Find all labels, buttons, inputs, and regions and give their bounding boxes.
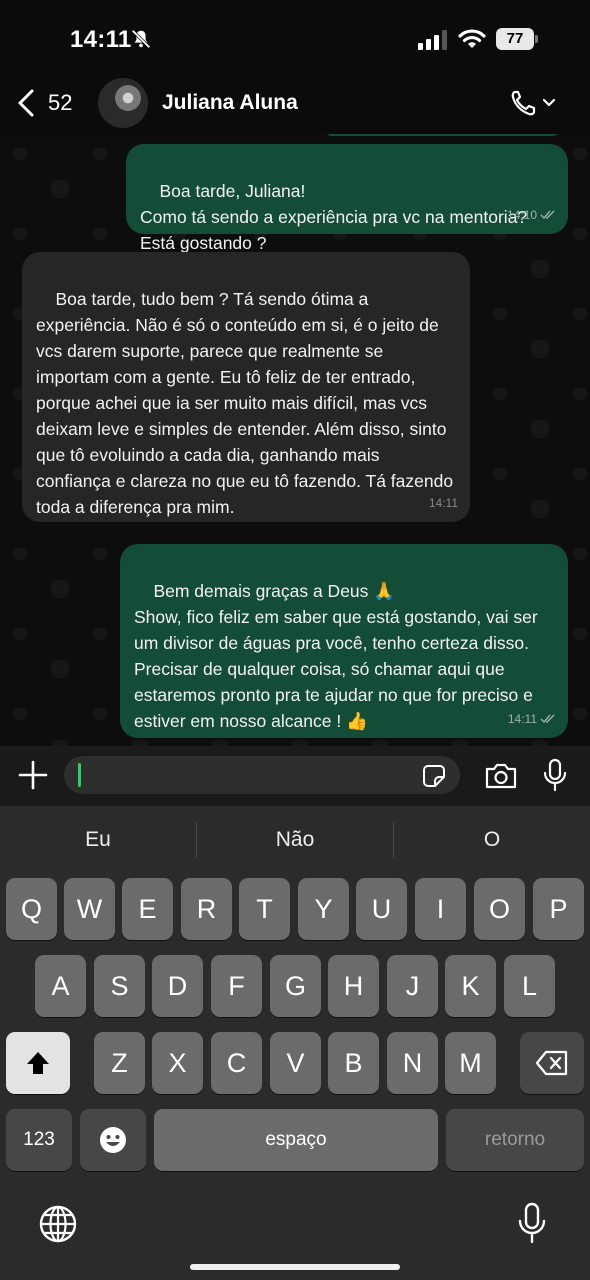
text-cursor [78, 763, 81, 787]
key-h[interactable]: H [328, 955, 379, 1017]
key-r[interactable]: R [181, 878, 232, 940]
double-check-icon [540, 714, 555, 724]
battery-tip [535, 35, 538, 43]
message-outgoing[interactable]: Bem demais graças a Deus 🙏 Show, fico fe… [120, 544, 568, 738]
return-key[interactable]: retorno [446, 1109, 584, 1171]
backspace-key[interactable] [520, 1032, 584, 1094]
composer-bar [0, 746, 590, 806]
clock: 14:11 [70, 26, 132, 53]
message-meta: 14:10 [507, 202, 556, 228]
chat-header: 52 Juliana Aluna [0, 72, 590, 134]
suggestion-1[interactable]: Eu [0, 828, 196, 852]
key-g[interactable]: G [270, 955, 321, 1017]
keyboard: Eu Não O Q W E R T Y U I O P A S D F G H… [0, 806, 590, 1280]
backspace-icon [535, 1050, 568, 1076]
key-o[interactable]: O [474, 878, 525, 940]
key-n[interactable]: N [387, 1032, 438, 1094]
shift-arrow-icon [27, 1052, 49, 1074]
shift-key[interactable] [6, 1032, 70, 1094]
globe-icon[interactable] [38, 1204, 78, 1244]
message-time: 14:10 [506, 208, 537, 222]
message-time: 14:11 [428, 496, 458, 510]
cellular-signal-icon [418, 30, 447, 50]
message-text: Bem demais graças a Deus 🙏 Show, fico fe… [134, 581, 538, 731]
key-y[interactable]: Y [298, 878, 349, 940]
message-input[interactable] [64, 756, 460, 794]
emoji-key[interactable] [80, 1109, 146, 1171]
phone-call-icon[interactable] [510, 88, 556, 118]
key-p[interactable]: P [533, 878, 584, 940]
key-x[interactable]: X [152, 1032, 203, 1094]
plus-icon[interactable] [18, 760, 48, 790]
dictation-mic-icon[interactable] [516, 1202, 548, 1244]
camera-icon[interactable] [484, 762, 518, 790]
double-check-icon [540, 210, 555, 220]
previous-message-edge [324, 134, 560, 136]
message-list[interactable]: Boa tarde, Juliana! Como tá sendo a expe… [0, 134, 590, 746]
message-text: Boa tarde, tudo bem ? Tá sendo ótima a e… [36, 289, 458, 517]
space-key[interactable]: espaço [154, 1109, 438, 1171]
suggestion-bar: Eu Não O [0, 806, 590, 874]
suggestion-3[interactable]: O [394, 828, 590, 852]
key-d[interactable]: D [152, 955, 203, 1017]
key-q[interactable]: Q [6, 878, 57, 940]
home-indicator[interactable] [190, 1264, 400, 1270]
wifi-icon [458, 29, 486, 48]
message-time: 14:11 [507, 712, 537, 726]
key-z[interactable]: Z [94, 1032, 145, 1094]
key-s[interactable]: S [94, 955, 145, 1017]
unread-count[interactable]: 52 [48, 90, 72, 116]
battery-level: 77 [496, 28, 534, 50]
key-k[interactable]: K [445, 955, 496, 1017]
message-meta: 14:11 [508, 706, 556, 732]
message-meta: 14:11 [429, 490, 458, 516]
key-e[interactable]: E [122, 878, 173, 940]
status-bar: 14:11 77 [0, 0, 590, 72]
microphone-icon[interactable] [542, 758, 568, 792]
key-m[interactable]: M [445, 1032, 496, 1094]
key-b[interactable]: B [328, 1032, 379, 1094]
battery-indicator: 77 [496, 28, 538, 50]
contact-name[interactable]: Juliana Aluna [162, 91, 298, 115]
key-j[interactable]: J [387, 955, 438, 1017]
numbers-key[interactable]: 123 [6, 1109, 72, 1171]
key-a[interactable]: A [35, 955, 86, 1017]
message-text: Boa tarde, Juliana! Como tá sendo a expe… [140, 181, 528, 253]
key-t[interactable]: T [239, 878, 290, 940]
key-c[interactable]: C [211, 1032, 262, 1094]
suggestion-2[interactable]: Não [197, 828, 393, 852]
bell-muted-icon [131, 29, 151, 49]
key-l[interactable]: L [504, 955, 555, 1017]
key-i[interactable]: I [415, 878, 466, 940]
key-v[interactable]: V [270, 1032, 321, 1094]
key-f[interactable]: F [211, 955, 262, 1017]
emoji-smiley-icon [100, 1127, 126, 1153]
back-chevron-icon[interactable] [16, 88, 36, 118]
key-u[interactable]: U [356, 878, 407, 940]
message-outgoing[interactable]: Boa tarde, Juliana! Como tá sendo a expe… [126, 144, 568, 253]
avatar[interactable] [98, 78, 148, 128]
message-incoming[interactable]: Boa tarde, tudo bem ? Tá sendo ótima a e… [22, 252, 470, 522]
key-w[interactable]: W [64, 878, 115, 940]
sticker-icon[interactable] [422, 764, 446, 788]
